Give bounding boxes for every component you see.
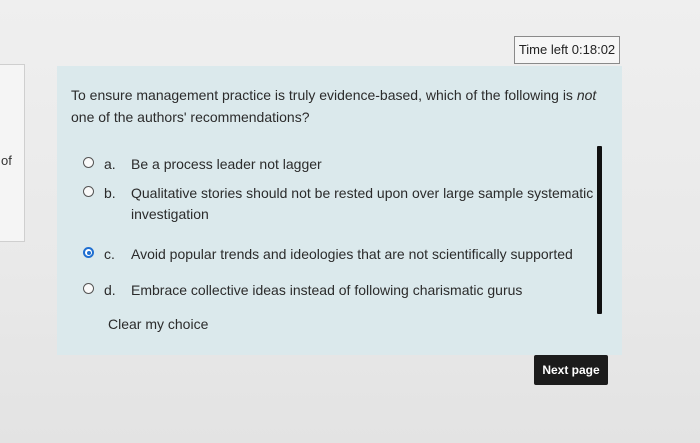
radio-button-b[interactable] xyxy=(83,186,94,197)
answer-text-a: Be a process leader not lagger xyxy=(131,156,322,172)
next-page-button[interactable]: Next page xyxy=(534,355,608,385)
question-panel: To ensure management practice is truly e… xyxy=(57,66,622,355)
radio-button-a[interactable] xyxy=(83,157,94,168)
scrollbar[interactable] xyxy=(597,146,602,314)
time-left-timer: Time left 0:18:02 xyxy=(514,36,620,64)
question-text-emphasis: not xyxy=(576,87,597,103)
question-text-part2: one of the authors' recommendations? xyxy=(71,109,310,125)
left-nav-panel: of xyxy=(0,64,25,242)
radio-button-c[interactable] xyxy=(83,247,94,258)
question-text-part1: To ensure management practice is truly e… xyxy=(71,87,577,103)
answer-letter-c: c. xyxy=(104,246,115,262)
answer-letter-b: b. xyxy=(104,185,116,201)
answer-letter-d: d. xyxy=(104,282,116,298)
clear-choice-link[interactable]: Clear my choice xyxy=(108,316,208,332)
answer-text-d: Embrace collective ideas instead of foll… xyxy=(131,282,523,298)
question-text: To ensure management practice is truly e… xyxy=(71,84,611,128)
nav-fragment-text: of xyxy=(1,153,12,168)
answer-text-b: Qualitative stories should not be rested… xyxy=(131,185,594,222)
answer-letter-a: a. xyxy=(104,156,116,172)
radio-button-d[interactable] xyxy=(83,283,94,294)
answer-text-c: Avoid popular trends and ideologies that… xyxy=(131,246,573,262)
